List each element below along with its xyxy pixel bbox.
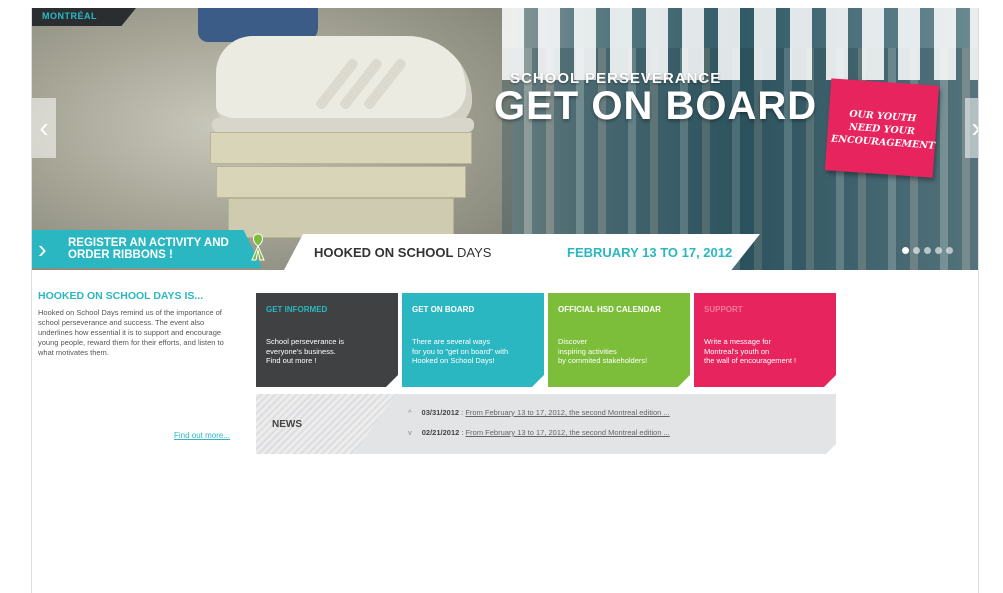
chevron-down-icon[interactable]: v <box>408 428 412 437</box>
card-corner-fold <box>824 375 836 387</box>
card-corner-fold <box>532 375 544 387</box>
ribbon-icon <box>251 233 265 261</box>
support-card[interactable]: SUPPORT Write a message for Montreal's yo… <box>694 293 836 387</box>
slider-dot[interactable] <box>935 247 942 254</box>
card-title: OFFICIAL HSD CALENDAR <box>558 305 661 314</box>
chevron-right-icon: › <box>971 112 978 144</box>
register-activity-button[interactable]: › REGISTER AN ACTIVITY AND ORDER RIBBONS… <box>32 230 262 268</box>
hooked-on-school-days-label: HOOKED ON SCHOOL DAYS <box>314 245 491 260</box>
days-label-bold: HOOKED ON SCHOOL <box>314 245 454 260</box>
card-description: School perseverance is everyone's busine… <box>266 337 344 365</box>
card-title: GET ON BOARD <box>412 305 475 314</box>
event-dates: FEBRUARY 13 TO 17, 2012 <box>567 245 733 260</box>
news-item: ^ 03/31/2012 : From February 13 to 17, 20… <box>408 408 670 417</box>
page-frame: MONTRÉAL SCHOOL PERSEVERANCE GET ON BOAR… <box>31 8 979 593</box>
news-corner-fold <box>826 444 836 454</box>
intro-text: Hooked on School Days remind us of the i… <box>38 308 224 357</box>
find-out-more-link[interactable]: Find out more... <box>174 431 230 440</box>
slider-prev-button[interactable]: ‹ <box>32 98 56 158</box>
news-label: NEWS <box>272 419 302 430</box>
card-description: Write a message for Montreal's youth on … <box>704 337 797 365</box>
chevron-left-icon: ‹ <box>39 112 49 143</box>
hero-band: › REGISTER AN ACTIVITY AND ORDER RIBBONS… <box>32 230 978 270</box>
news-link[interactable]: From February 13 to 17, 2012, the second… <box>466 428 670 437</box>
slider-dots <box>902 247 953 254</box>
card-description: Discover inspiring activities by commite… <box>558 337 648 365</box>
card-title: GET INFORMED <box>266 305 328 314</box>
news-link[interactable]: From February 13 to 17, 2012, the second… <box>465 408 669 417</box>
card-corner-fold <box>678 375 690 387</box>
chevron-right-icon: › <box>38 234 47 264</box>
intro-title: HOOKED ON SCHOOL DAYS IS... <box>38 290 204 302</box>
slider-dot[interactable] <box>913 247 920 254</box>
hero-book <box>216 166 466 198</box>
chevron-up-icon[interactable]: ^ <box>408 408 412 417</box>
hero-title: GET ON BOARD ! <box>494 84 844 128</box>
encouragement-postit: OUR YOUTH NEED YOUR ENCOURAGEMENT <box>824 78 940 178</box>
city-tag-label: MONTRÉAL <box>42 11 97 21</box>
card-corner-fold <box>386 375 398 387</box>
hero-banner[interactable]: MONTRÉAL SCHOOL PERSEVERANCE GET ON BOAR… <box>32 8 978 270</box>
news-date: 02/21/2012 <box>421 428 460 437</box>
sneaker-sole <box>212 118 474 132</box>
slider-dot[interactable] <box>946 247 953 254</box>
slider-dot[interactable] <box>924 247 931 254</box>
news-item: v 02/21/2012 : From February 13 to 17, 20… <box>408 428 670 437</box>
get-informed-card[interactable]: GET INFORMED School perseverance is every… <box>256 293 398 387</box>
news-panel: NEWS ^ 03/31/2012 : From February 13 to 1… <box>256 394 836 454</box>
get-on-board-card[interactable]: GET ON BOARD There are several ways for y… <box>402 293 544 387</box>
slider-next-button[interactable]: › <box>965 98 978 158</box>
official-calendar-card[interactable]: OFFICIAL HSD CALENDAR Discover inspiring … <box>548 293 690 387</box>
city-tag[interactable]: MONTRÉAL <box>32 8 136 26</box>
hero-book <box>210 132 472 164</box>
card-description: There are several ways for you to "get o… <box>412 337 509 365</box>
register-activity-label: REGISTER AN ACTIVITY AND ORDER RIBBONS ! <box>68 237 229 261</box>
days-label-light: DAYS <box>453 245 492 260</box>
postit-text: OUR YOUTH NEED YOUR ENCOURAGEMENT <box>830 108 936 152</box>
news-date: 03/31/2012 <box>421 408 460 417</box>
slider-dot[interactable] <box>902 247 909 254</box>
card-title: SUPPORT <box>704 305 743 314</box>
